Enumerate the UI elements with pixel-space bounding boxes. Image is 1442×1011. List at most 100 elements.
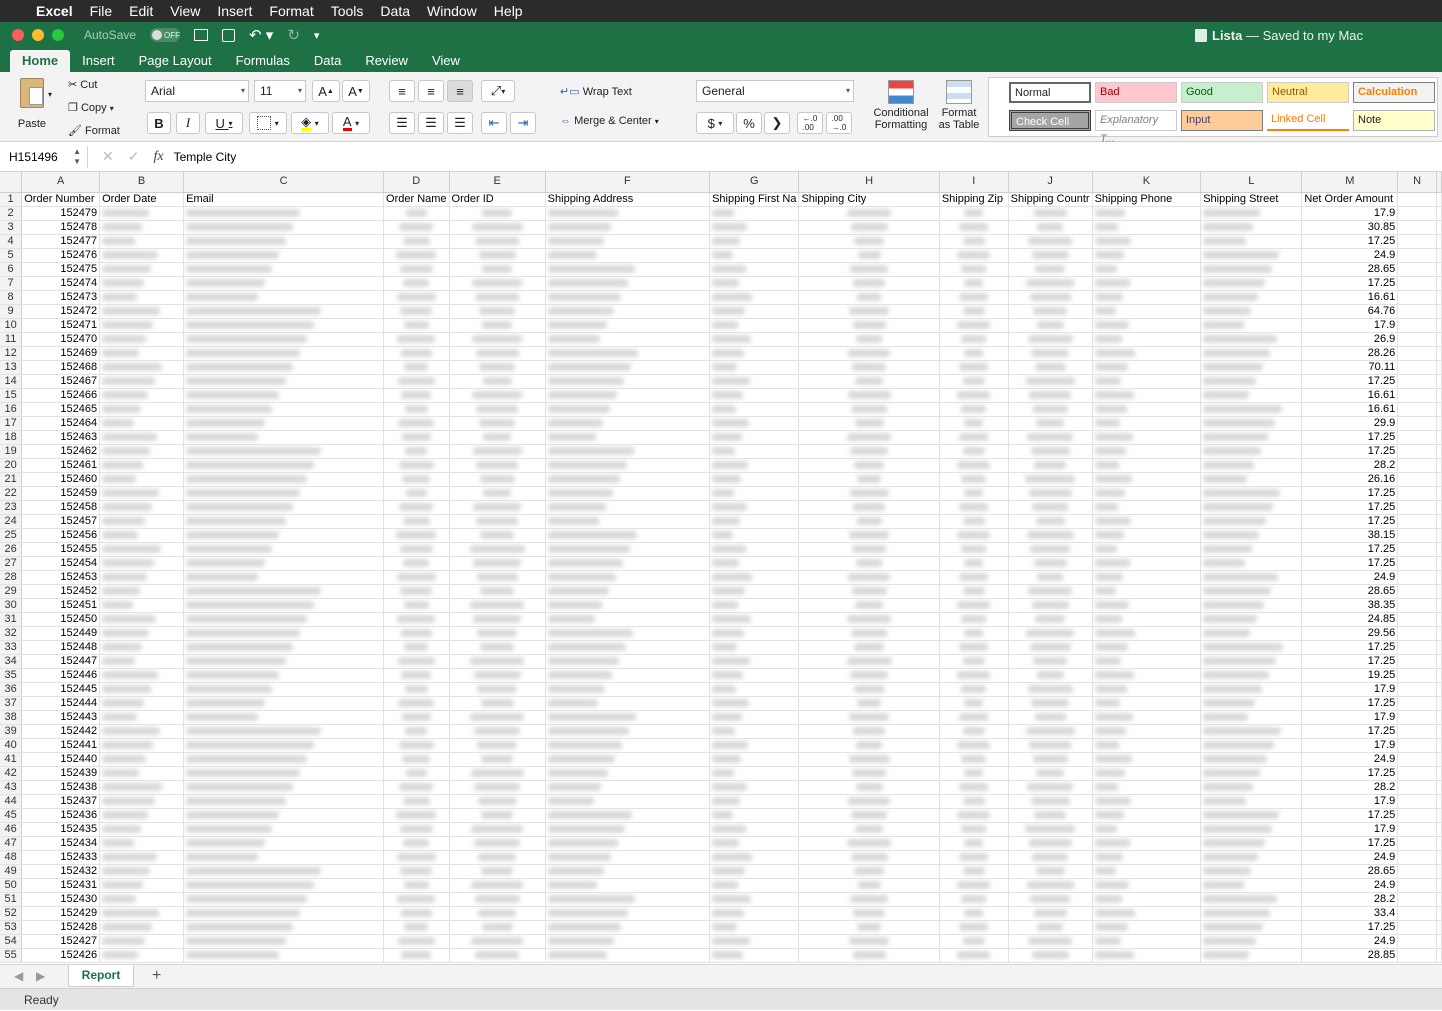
- redacted-cell[interactable]: [1008, 836, 1093, 851]
- redacted-cell[interactable]: [383, 710, 450, 725]
- redacted-cell[interactable]: [709, 654, 800, 669]
- redacted-cell[interactable]: [939, 402, 1009, 417]
- empty-cell[interactable]: [1397, 780, 1437, 795]
- redacted-cell[interactable]: [939, 892, 1009, 907]
- redacted-cell[interactable]: [939, 794, 1009, 809]
- increase-decimal-button[interactable]: ←.0.00: [797, 112, 823, 134]
- order-number-cell[interactable]: 152427: [21, 934, 101, 949]
- redacted-cell[interactable]: [183, 808, 385, 823]
- redacted-cell[interactable]: [183, 514, 385, 529]
- redacted-cell[interactable]: [183, 878, 385, 893]
- empty-cell[interactable]: [1397, 752, 1437, 767]
- redacted-cell[interactable]: [709, 374, 800, 389]
- redacted-cell[interactable]: [449, 304, 546, 319]
- redacted-cell[interactable]: [798, 878, 940, 893]
- redacted-cell[interactable]: [709, 780, 800, 795]
- net-order-amount-cell[interactable]: 17.25: [1301, 444, 1399, 459]
- row-header[interactable]: 52: [0, 906, 23, 921]
- redacted-cell[interactable]: [1200, 920, 1303, 935]
- redacted-cell[interactable]: [545, 822, 711, 837]
- redacted-cell[interactable]: [99, 402, 185, 417]
- redacted-cell[interactable]: [449, 402, 546, 417]
- row-header[interactable]: 3: [0, 220, 23, 235]
- net-order-amount-cell[interactable]: 17.9: [1301, 822, 1399, 837]
- redacted-cell[interactable]: [183, 570, 385, 585]
- redacted-cell[interactable]: [939, 220, 1009, 235]
- net-order-amount-cell[interactable]: 24.9: [1301, 878, 1399, 893]
- order-number-cell[interactable]: 152471: [21, 318, 101, 333]
- row-header[interactable]: 55: [0, 948, 23, 963]
- redacted-cell[interactable]: [939, 654, 1009, 669]
- redacted-cell[interactable]: [1092, 752, 1202, 767]
- redacted-cell[interactable]: [383, 360, 450, 375]
- menu-tools[interactable]: Tools: [331, 3, 364, 19]
- net-order-amount-cell[interactable]: 16.61: [1301, 290, 1399, 305]
- redacted-cell[interactable]: [383, 626, 450, 641]
- row-header[interactable]: 6: [0, 262, 23, 277]
- redacted-cell[interactable]: [449, 598, 546, 613]
- redacted-cell[interactable]: [1200, 612, 1303, 627]
- redacted-cell[interactable]: [99, 332, 185, 347]
- row-header[interactable]: 5: [0, 248, 23, 263]
- redacted-cell[interactable]: [449, 262, 546, 277]
- tab-insert[interactable]: Insert: [70, 50, 127, 72]
- redacted-cell[interactable]: [1092, 262, 1202, 277]
- redacted-cell[interactable]: [449, 850, 546, 865]
- order-number-cell[interactable]: 152472: [21, 304, 101, 319]
- redacted-cell[interactable]: [183, 332, 385, 347]
- redacted-cell[interactable]: [449, 752, 546, 767]
- row-header[interactable]: 34: [0, 654, 23, 669]
- redacted-cell[interactable]: [1008, 262, 1093, 277]
- redacted-cell[interactable]: [798, 444, 940, 459]
- order-number-cell[interactable]: 152438: [21, 780, 101, 795]
- redacted-cell[interactable]: [798, 570, 940, 585]
- column-header-f[interactable]: F: [545, 172, 711, 193]
- order-number-cell[interactable]: 152441: [21, 738, 101, 753]
- redacted-cell[interactable]: [183, 822, 385, 837]
- redacted-cell[interactable]: [449, 514, 546, 529]
- redacted-cell[interactable]: [1092, 556, 1202, 571]
- redacted-cell[interactable]: [709, 206, 800, 221]
- redacted-cell[interactable]: [798, 556, 940, 571]
- redacted-cell[interactable]: [798, 612, 940, 627]
- redacted-cell[interactable]: [798, 850, 940, 865]
- redacted-cell[interactable]: [99, 724, 185, 739]
- redacted-cell[interactable]: [545, 430, 711, 445]
- net-order-amount-cell[interactable]: 16.61: [1301, 388, 1399, 403]
- net-order-amount-cell[interactable]: 26.16: [1301, 472, 1399, 487]
- redacted-cell[interactable]: [99, 514, 185, 529]
- row-header[interactable]: 2: [0, 206, 23, 221]
- redacted-cell[interactable]: [183, 892, 385, 907]
- redacted-cell[interactable]: [545, 304, 711, 319]
- redacted-cell[interactable]: [709, 346, 800, 361]
- redacted-cell[interactable]: [1200, 444, 1303, 459]
- net-order-amount-cell[interactable]: 24.9: [1301, 934, 1399, 949]
- order-number-cell[interactable]: 152431: [21, 878, 101, 893]
- redacted-cell[interactable]: [383, 542, 450, 557]
- redacted-cell[interactable]: [183, 458, 385, 473]
- redacted-cell[interactable]: [1008, 332, 1093, 347]
- underline-button[interactable]: U ▾: [205, 112, 243, 134]
- row-header[interactable]: 47: [0, 836, 23, 851]
- row-header[interactable]: 13: [0, 360, 23, 375]
- redacted-cell[interactable]: [449, 808, 546, 823]
- redacted-cell[interactable]: [1008, 864, 1093, 879]
- net-order-amount-cell[interactable]: 17.25: [1301, 920, 1399, 935]
- redacted-cell[interactable]: [449, 318, 546, 333]
- redacted-cell[interactable]: [99, 318, 185, 333]
- align-middle-button[interactable]: ≡: [418, 80, 444, 102]
- redacted-cell[interactable]: [545, 332, 711, 347]
- net-order-amount-cell[interactable]: 17.25: [1301, 542, 1399, 557]
- redacted-cell[interactable]: [449, 206, 546, 221]
- sidebar-icon[interactable]: [194, 29, 209, 41]
- redacted-cell[interactable]: [99, 794, 185, 809]
- redacted-cell[interactable]: [709, 906, 800, 921]
- empty-cell[interactable]: [1397, 556, 1437, 571]
- order-number-cell[interactable]: 152450: [21, 612, 101, 627]
- row-header[interactable]: 37: [0, 696, 23, 711]
- redacted-cell[interactable]: [1008, 346, 1093, 361]
- redacted-cell[interactable]: [939, 304, 1009, 319]
- decrease-decimal-button[interactable]: .00 →.0: [826, 112, 852, 134]
- redacted-cell[interactable]: [1008, 696, 1093, 711]
- empty-cell[interactable]: [1397, 290, 1437, 305]
